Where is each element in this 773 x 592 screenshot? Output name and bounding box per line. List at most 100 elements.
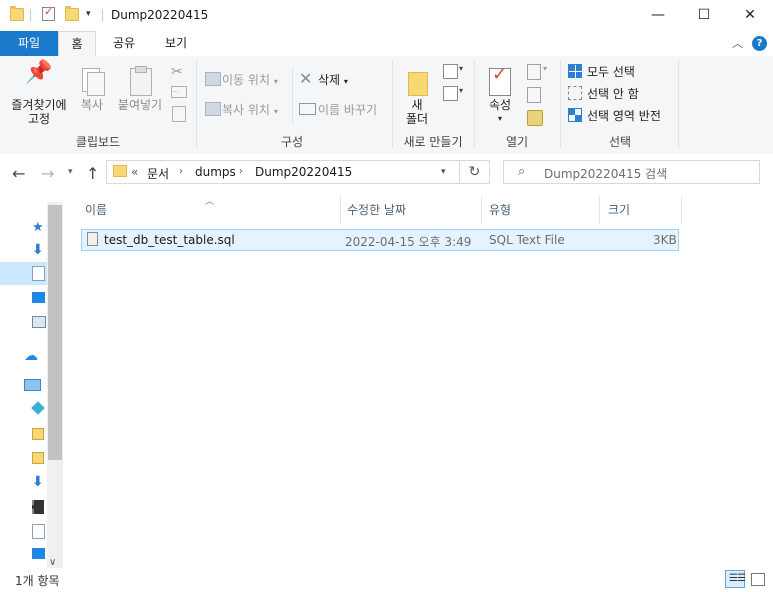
3d-objects-icon[interactable] <box>31 401 45 415</box>
help-icon[interactable]: ? <box>752 36 767 51</box>
onedrive-icon[interactable]: ☁ <box>24 348 38 364</box>
delete-button[interactable]: 삭제 ▾ <box>318 71 348 88</box>
breadcrumb-chevron-icon[interactable]: › <box>179 166 183 177</box>
ribbon-tab-bar: 파일 홈 공유 보기 ︿ ? <box>0 31 773 57</box>
cut-icon[interactable]: ✂ <box>171 64 183 80</box>
search-box[interactable]: ⌕ Dump20220415 검색 <box>503 160 760 184</box>
breadcrumb-overflow[interactable]: « <box>131 165 138 179</box>
column-header-modified[interactable]: 수정한 날짜 <box>339 196 482 224</box>
navigation-bar: ← → ▾ ↑ « 문서 › dumps › Dump20220415 ▾ ↻ … <box>0 154 773 192</box>
open-icon[interactable] <box>527 64 541 80</box>
collapse-ribbon-icon[interactable]: ︿ <box>732 35 743 51</box>
new-item-dropdown-icon[interactable]: ▾ <box>459 64 463 73</box>
documents-icon[interactable] <box>32 524 45 539</box>
maximize-button[interactable]: ☐ <box>681 0 727 31</box>
new-folder-label-line1: 새 <box>411 98 423 112</box>
tab-home[interactable]: 홈 <box>58 31 96 56</box>
documents-icon[interactable] <box>32 266 45 281</box>
breadcrumb-dumps[interactable]: dumps <box>195 165 236 179</box>
desktop-icon[interactable] <box>32 548 45 559</box>
copy-path-icon[interactable]: ··· <box>171 86 187 98</box>
refresh-button[interactable]: ↻ <box>460 160 490 184</box>
group-divider <box>474 60 475 148</box>
file-name[interactable]: test_db_test_table.sql <box>104 233 235 247</box>
new-folder-button[interactable]: 새 폴더 <box>398 66 436 126</box>
network-folder-icon[interactable] <box>32 452 44 464</box>
divider <box>102 9 103 22</box>
navigation-pane: ★ ⬇ ☁ ⬇ ∨ <box>0 192 63 568</box>
up-icon[interactable]: ↑ <box>86 164 99 183</box>
properties-button[interactable]: ✓ 속성 ▾ <box>481 66 519 126</box>
properties-label: 속성 <box>488 98 512 112</box>
minimize-button[interactable]: — <box>635 0 681 31</box>
downloads-icon[interactable]: ⬇ <box>32 242 46 258</box>
select-all-button[interactable]: 모두 선택 <box>587 63 635 80</box>
select-none-button[interactable]: 선택 안 함 <box>587 85 639 102</box>
delete-label: 삭제 <box>318 73 341 87</box>
invert-selection-icon <box>568 108 582 122</box>
group-divider <box>392 60 393 148</box>
properties-quick-access-icon[interactable]: ✓ <box>42 5 55 21</box>
new-folder-label-line2: 폴더 <box>405 112 429 126</box>
search-icon: ⌕ <box>518 164 526 179</box>
scrollbar-thumb[interactable] <box>48 205 62 460</box>
move-to-button[interactable]: 이동 위치 ▾ <box>222 71 278 88</box>
pictures-icon[interactable] <box>32 316 46 328</box>
column-header-type[interactable]: 유형 <box>481 196 600 224</box>
copy-to-button[interactable]: 복사 위치 ▾ <box>222 101 278 118</box>
details-view-button[interactable]: ☰☰ <box>725 570 746 588</box>
delete-icon: ✕ <box>299 69 313 88</box>
tab-share[interactable]: 공유 <box>100 31 148 56</box>
customize-quick-access-icon[interactable]: ▾ <box>86 9 91 19</box>
clipboard-group-label: 클립보드 <box>75 135 121 149</box>
breadcrumb-chevron-icon[interactable]: › <box>239 166 243 177</box>
large-icons-view-button[interactable] <box>747 570 767 588</box>
this-pc-icon[interactable] <box>24 379 41 391</box>
downloads-icon[interactable]: ⬇ <box>32 474 46 490</box>
network-folder-icon[interactable] <box>32 428 44 440</box>
new-item-icon[interactable] <box>443 64 458 79</box>
column-header-name[interactable]: 이름 <box>77 196 341 224</box>
back-icon[interactable]: ← <box>12 164 25 183</box>
close-button[interactable]: ✕ <box>727 0 773 31</box>
column-header-size[interactable]: 크기 <box>600 196 682 224</box>
address-bar[interactable]: « 문서 › dumps › Dump20220415 ▾ <box>106 160 460 184</box>
divider <box>30 9 31 22</box>
title-bar: ✓ ▾ Dump20220415 — ☐ ✕ <box>0 0 773 31</box>
status-bar: 1개 항목 ☰☰ <box>0 568 773 592</box>
recent-locations-icon[interactable]: ▾ <box>68 167 73 177</box>
address-history-dropdown-icon[interactable]: ▾ <box>441 167 446 177</box>
copy-button[interactable]: 복사 <box>75 66 109 112</box>
file-row[interactable]: test_db_test_table.sql 2022-04-15 오후 3:4… <box>81 229 679 251</box>
new-folder-quick-access-icon[interactable] <box>65 6 79 21</box>
search-input[interactable]: Dump20220415 검색 <box>544 165 667 182</box>
videos-icon[interactable] <box>32 500 44 514</box>
quick-access-star-icon[interactable]: ★ <box>32 220 46 235</box>
forward-icon[interactable]: → <box>41 164 54 183</box>
move-to-icon <box>205 72 221 86</box>
open-group-label: 열기 <box>505 135 529 149</box>
easy-access-dropdown-icon[interactable]: ▾ <box>459 86 463 95</box>
properties-icon: ✓ <box>481 66 519 98</box>
edit-icon[interactable] <box>527 87 541 103</box>
rename-button[interactable]: 이름 바꾸기 <box>318 101 377 118</box>
properties-dropdown-icon: ▾ <box>497 114 502 123</box>
open-dropdown-icon[interactable]: ▾ <box>543 64 547 73</box>
nav-pane-scrollbar[interactable]: ∨ <box>47 202 63 568</box>
copy-to-icon <box>205 102 221 116</box>
breadcrumb-current[interactable]: Dump20220415 <box>255 165 352 179</box>
invert-selection-button[interactable]: 선택 영역 반전 <box>587 107 661 124</box>
file-type: SQL Text File <box>489 233 565 247</box>
paste-button[interactable]: 붙여넣기 <box>113 66 167 112</box>
easy-access-icon[interactable] <box>443 86 458 101</box>
tab-file[interactable]: 파일 <box>0 31 58 56</box>
history-icon[interactable] <box>527 110 543 126</box>
scroll-down-icon[interactable]: ∨ <box>49 557 56 568</box>
item-count: 1개 항목 <box>15 574 60 588</box>
organize-group-label: 구성 <box>280 135 304 149</box>
breadcrumb-documents[interactable]: 문서 <box>147 165 169 182</box>
pin-to-quick-access-button[interactable]: 📌 즐겨찾기에 고정 <box>4 62 74 127</box>
tab-view[interactable]: 보기 <box>152 31 200 56</box>
paste-shortcut-icon[interactable] <box>172 106 186 122</box>
desktop-icon[interactable] <box>32 292 45 303</box>
